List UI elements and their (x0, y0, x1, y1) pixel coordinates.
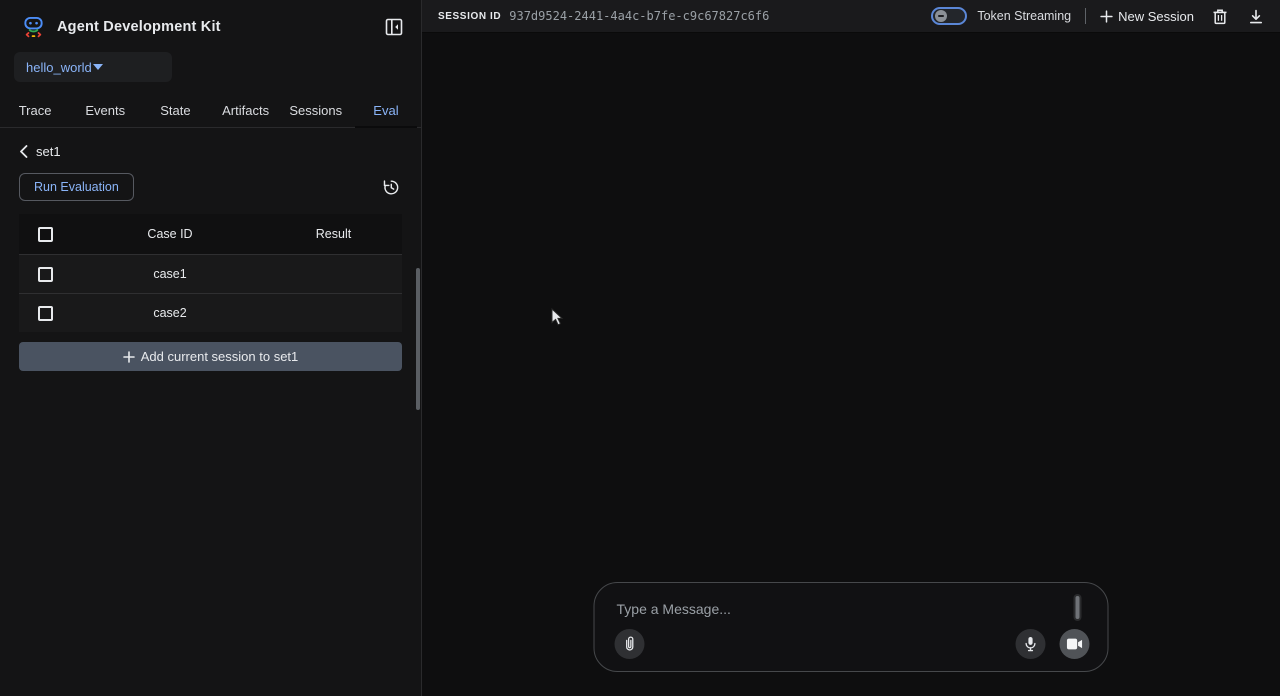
tab-label: Artifacts (222, 103, 269, 118)
eval-panel: set1 Run Evaluation (0, 144, 421, 371)
app-root: Agent Development Kit hello_world Trace (0, 0, 1280, 696)
sidebar-scrollbar-thumb[interactable] (416, 268, 420, 410)
topbar-divider (1085, 8, 1086, 24)
message-composer (594, 582, 1109, 672)
add-current-session-button[interactable]: Add current session to set1 (19, 342, 402, 371)
case-id-cell: case2 (75, 306, 265, 320)
token-streaming-label: Token Streaming (977, 9, 1071, 23)
table-row[interactable]: case1 (19, 254, 402, 293)
tab-state[interactable]: State (140, 94, 210, 127)
videocam-icon (1067, 638, 1083, 650)
row-checkbox[interactable] (38, 306, 53, 321)
left-panel-close-icon (385, 18, 403, 36)
toggle-dash-icon (938, 15, 944, 17)
eval-cases-table: Case ID Result case1 case2 (19, 214, 402, 332)
eval-set-header: set1 (19, 144, 402, 159)
mouse-cursor (551, 308, 567, 333)
sidebar: Agent Development Kit hello_world Trace (0, 0, 422, 696)
trash-icon (1212, 8, 1228, 25)
microphone-icon (1024, 636, 1038, 652)
mic-button[interactable] (1016, 629, 1046, 659)
paperclip-icon (622, 635, 638, 653)
tab-label: Trace (19, 103, 52, 118)
tab-trace[interactable]: Trace (0, 94, 70, 127)
eval-actions-row: Run Evaluation (19, 173, 402, 201)
new-session-label: New Session (1118, 9, 1194, 24)
token-streaming-toggle[interactable] (931, 7, 967, 25)
attach-file-button[interactable] (615, 629, 645, 659)
tab-artifacts[interactable]: Artifacts (211, 94, 281, 127)
tab-label: State (160, 103, 190, 118)
composer-scrollbar-thumb[interactable] (1074, 594, 1082, 621)
eval-history-button[interactable] (379, 176, 402, 199)
column-header-case-id: Case ID (75, 227, 265, 241)
eval-set-name: set1 (36, 144, 61, 159)
message-input[interactable] (617, 597, 1064, 621)
tab-label: Eval (373, 103, 398, 118)
session-id-value: 937d9524-2441-4a4c-b7fe-c9c67827c6f6 (509, 9, 769, 23)
app-title: Agent Development Kit (57, 19, 221, 35)
chevron-down-icon (93, 64, 160, 70)
history-icon (381, 178, 400, 197)
run-evaluation-button[interactable]: Run Evaluation (19, 173, 134, 201)
back-button[interactable] (19, 145, 28, 158)
adk-logo-icon (22, 15, 45, 39)
tab-label: Sessions (289, 103, 342, 118)
main-pane: SESSION ID 937d9524-2441-4a4c-b7fe-c9c67… (422, 0, 1280, 696)
collapse-panel-button[interactable] (381, 14, 407, 40)
toggle-knob (935, 10, 947, 22)
plus-icon (1100, 10, 1113, 23)
add-current-session-label: Add current session to set1 (141, 349, 299, 364)
agent-select-value: hello_world (26, 60, 93, 75)
download-icon (1248, 8, 1264, 25)
agent-select-dropdown[interactable]: hello_world (14, 52, 172, 82)
topbar: SESSION ID 937d9524-2441-4a4c-b7fe-c9c67… (422, 0, 1280, 33)
case-id-cell: case1 (75, 267, 265, 281)
tab-sessions[interactable]: Sessions (281, 94, 351, 127)
tab-events[interactable]: Events (70, 94, 140, 127)
tab-eval[interactable]: Eval (351, 94, 421, 127)
sidebar-header: Agent Development Kit (0, 0, 421, 40)
delete-session-button[interactable] (1210, 6, 1230, 27)
select-all-checkbox[interactable] (38, 227, 53, 242)
tab-bar: Trace Events State Artifacts Sessions Ev… (0, 94, 421, 128)
topbar-controls: Token Streaming New Session (931, 6, 1266, 27)
plus-icon (123, 351, 135, 363)
row-checkbox[interactable] (38, 267, 53, 282)
chevron-left-icon (19, 145, 28, 158)
video-button[interactable] (1060, 629, 1090, 659)
column-header-result: Result (265, 227, 402, 241)
table-row[interactable]: case2 (19, 293, 402, 332)
new-session-button[interactable]: New Session (1100, 9, 1194, 24)
tab-label: Events (85, 103, 125, 118)
export-session-button[interactable] (1246, 6, 1266, 27)
table-header-row: Case ID Result (19, 214, 402, 254)
session-id-label: SESSION ID (438, 11, 501, 22)
